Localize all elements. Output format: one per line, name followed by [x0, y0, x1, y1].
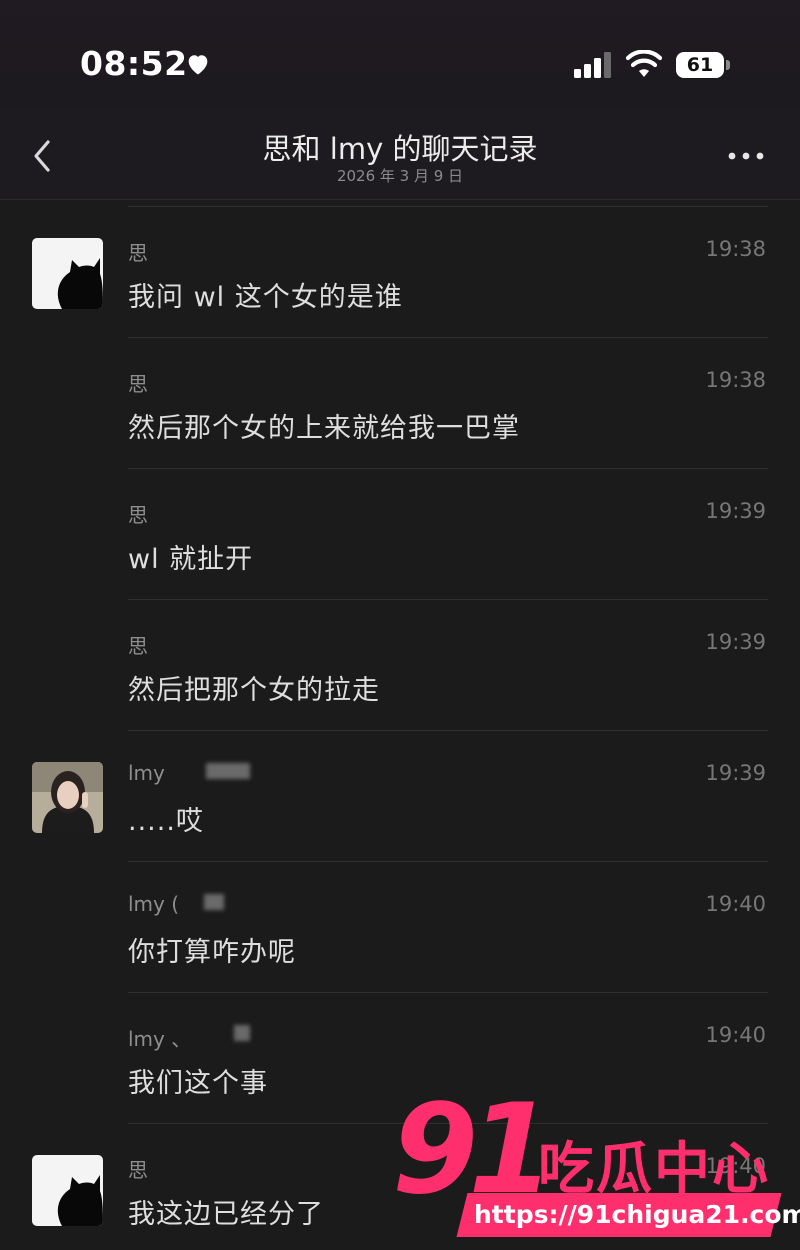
sender-name: 思	[128, 372, 148, 396]
watermark: 91 吃瓜中心 https://91chigua21.com	[392, 1078, 800, 1244]
message-text: wl 就扯开	[128, 544, 254, 575]
battery-icon: 61	[676, 52, 730, 78]
heart-icon	[188, 55, 208, 75]
message-text: 你打算咋办呢	[128, 937, 296, 968]
message-text: 我问 wl 这个女的是谁	[128, 282, 403, 313]
message-time: 19:38	[705, 237, 766, 261]
avatar-girl-photo[interactable]	[32, 762, 103, 833]
avatar-black-cat[interactable]	[32, 238, 103, 309]
redacted-blur	[234, 1025, 250, 1041]
message-text: 然后那个女的上来就给我一巴掌	[128, 413, 520, 444]
sender-name: lmy (	[128, 892, 180, 916]
cellular-signal-icon	[574, 52, 611, 78]
sender-name: lmy 、	[128, 1027, 192, 1051]
message-item[interactable]: 思 19:38 然后那个女的上来就给我一巴掌	[0, 338, 800, 469]
message-item[interactable]: lmy ( 19:40 你打算咋办呢	[0, 862, 800, 993]
message-item[interactable]: 思 19:39 然后把那个女的拉走	[0, 600, 800, 731]
message-time: 19:39	[705, 499, 766, 523]
message-time: 19:38	[705, 368, 766, 392]
message-time: 19:39	[705, 630, 766, 654]
redacted-blur	[206, 763, 250, 779]
page-title: 思和 lmy 的聊天记录	[262, 132, 538, 166]
message-text: 我们这个事	[128, 1068, 268, 1099]
battery-level: 61	[686, 54, 714, 76]
page-subtitle-date: 2026 年 3 月 9 日	[336, 167, 464, 185]
message-item[interactable]: 思 19:39 wl 就扯开	[0, 469, 800, 600]
sender-name: 思	[128, 1158, 148, 1182]
message-text: .....哎	[128, 806, 204, 837]
status-bar: 08:52 61	[0, 0, 800, 110]
message-time: 19:39	[705, 761, 766, 785]
watermark-url: https://91chigua21.com	[474, 1200, 800, 1229]
message-time: 19:40	[705, 892, 766, 916]
message-item[interactable]: lmy 19:39 .....哎	[0, 731, 800, 862]
sender-name: 思	[128, 241, 148, 265]
status-time: 08:52	[80, 44, 188, 83]
avatar-black-cat[interactable]	[32, 1155, 103, 1226]
message-time: 19:40	[705, 1023, 766, 1047]
message-text: 然后把那个女的拉走	[128, 675, 380, 706]
redacted-blur	[204, 894, 224, 910]
message-text: 我这边已经分了	[128, 1199, 324, 1230]
sender-name: lmy	[128, 761, 165, 785]
sender-name: 思	[128, 634, 148, 658]
nav-bar: 思和 lmy 的聊天记录 2026 年 3 月 9 日	[0, 110, 800, 200]
message-item[interactable]: 思 19:38 我问 wl 这个女的是谁	[0, 207, 800, 338]
more-options-icon[interactable]	[728, 150, 764, 162]
sender-name: 思	[128, 503, 148, 527]
wifi-icon	[626, 50, 662, 77]
